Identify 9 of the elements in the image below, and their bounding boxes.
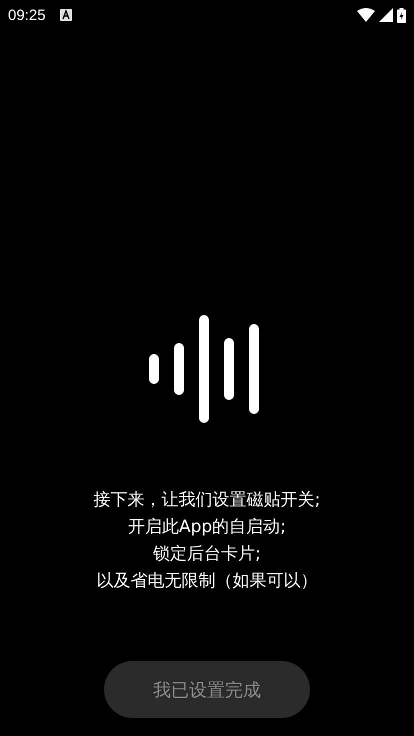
wifi-icon	[357, 8, 375, 22]
keyboard-icon	[60, 9, 72, 21]
signal-icon	[379, 8, 393, 22]
instruction-text: 以及省电无限制（如果可以）	[96, 570, 318, 593]
status-time: 09:25	[8, 6, 46, 24]
instruction-text: 接下来，让我们设置磁贴开关;	[94, 489, 320, 512]
instruction-text: 开启此App的自启动;	[128, 516, 286, 539]
instruction-text: 锁定后台卡片;	[153, 543, 261, 566]
battery-icon	[397, 8, 406, 22]
